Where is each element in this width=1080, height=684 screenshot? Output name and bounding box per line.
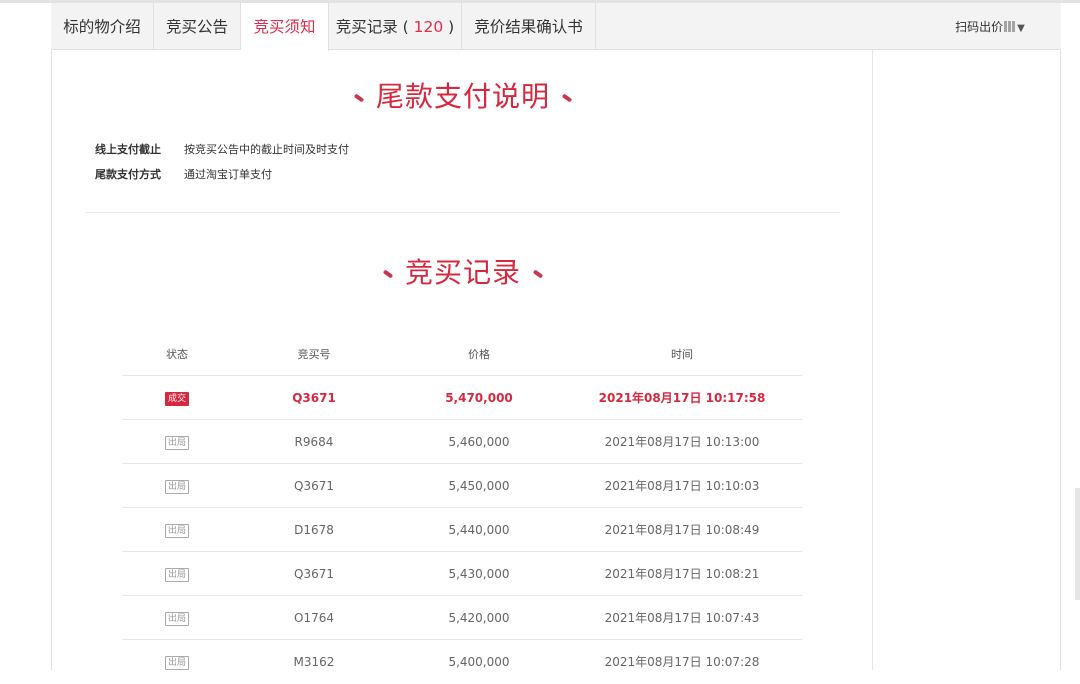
price-cell: 5,450,000 bbox=[448, 479, 510, 493]
table-row: 出局 Q3671 5,430,000 2021年08月17日 10:08:21 bbox=[122, 552, 802, 596]
bid-number-cell: M3162 bbox=[293, 655, 335, 669]
time-cell: 2021年08月17日 10:10:03 bbox=[604, 479, 760, 493]
status-cell: 出局 bbox=[122, 640, 232, 684]
scan-to-bid-button[interactable]: 扫码出价 ▼ bbox=[925, 3, 1055, 50]
header-price: 价格 bbox=[468, 348, 490, 361]
time-cell: 2021年08月17日 10:08:49 bbox=[604, 523, 760, 537]
status-badge: 出局 bbox=[164, 435, 189, 450]
payment-method-label: 尾款支付方式 bbox=[95, 168, 161, 181]
title-right-dash-icon bbox=[532, 269, 544, 279]
bid-number-cell: Q3671 bbox=[292, 391, 336, 405]
payment-method-value: 通过淘宝订单支付 bbox=[184, 168, 272, 181]
time-cell: 2021年08月17日 10:08:21 bbox=[604, 567, 760, 581]
payment-section-title: 尾款支付说明 bbox=[86, 75, 840, 115]
qr-code-icon bbox=[1004, 21, 1016, 32]
payment-deadline-label: 线上支付截止 bbox=[95, 143, 161, 156]
payment-deadline-value: 按竞买公告中的截止时间及时支付 bbox=[184, 143, 349, 156]
payment-deadline-row: 线上支付截止 按竞买公告中的截止时间及时支付 bbox=[95, 141, 349, 157]
tab-bidding-notice[interactable]: 竞买须知 bbox=[241, 3, 329, 51]
records-title-text: 竞买记录 bbox=[404, 256, 521, 289]
tab-result-confirmation[interactable]: 竞价结果确认书 bbox=[462, 3, 596, 50]
header-time: 时间 bbox=[671, 348, 693, 361]
bid-number-cell: O1764 bbox=[294, 611, 334, 625]
table-row: 出局 D1678 5,440,000 2021年08月17日 10:08:49 bbox=[122, 508, 802, 552]
sidebar-divider bbox=[872, 50, 873, 670]
price-cell: 5,440,000 bbox=[448, 523, 510, 537]
price-cell: 5,400,000 bbox=[448, 655, 510, 669]
status-badge: 出局 bbox=[164, 479, 189, 494]
table-row: 出局 Q3671 5,450,000 2021年08月17日 10:10:03 bbox=[122, 464, 802, 508]
bid-number-cell: D1678 bbox=[294, 523, 334, 537]
tab-bid-records-suffix: ) bbox=[443, 18, 455, 36]
header-bid-number: 竞买号 bbox=[297, 348, 331, 361]
time-cell: 2021年08月17日 10:13:00 bbox=[604, 435, 760, 449]
payment-title-text: 尾款支付说明 bbox=[375, 80, 550, 113]
price-cell: 5,430,000 bbox=[448, 567, 510, 581]
title-left-dash-icon bbox=[353, 93, 365, 103]
status-cell: 出局 bbox=[122, 552, 232, 596]
tab-item-intro[interactable]: 标的物介绍 bbox=[51, 3, 154, 50]
time-cell: 2021年08月17日 10:17:58 bbox=[598, 391, 766, 405]
tab-bid-records-label: 竞买记录 ( bbox=[335, 18, 414, 36]
tab-announcement[interactable]: 竞买公告 bbox=[154, 3, 241, 50]
content-left-border bbox=[51, 3, 52, 670]
bid-number-cell: Q3671 bbox=[294, 567, 334, 581]
detail-tab-bar: 标的物介绍 竞买公告 竞买须知 竞买记录 ( 120 ) 竞价结果确认书 扫码出… bbox=[51, 3, 1061, 51]
tab-bid-records[interactable]: 竞买记录 ( 120 ) bbox=[329, 3, 462, 50]
status-badge: 出局 bbox=[164, 523, 189, 538]
status-cell: 出局 bbox=[122, 596, 232, 640]
status-cell: 出局 bbox=[122, 508, 232, 552]
payment-method-row: 尾款支付方式 通过淘宝订单支付 bbox=[95, 166, 272, 182]
time-cell: 2021年08月17日 10:07:28 bbox=[604, 655, 760, 669]
price-cell: 5,460,000 bbox=[448, 435, 510, 449]
section-divider bbox=[86, 212, 840, 213]
bid-record-count: 120 bbox=[413, 18, 444, 36]
status-cell: 出局 bbox=[122, 420, 232, 464]
status-badge: 出局 bbox=[164, 655, 189, 670]
time-cell: 2021年08月17日 10:07:43 bbox=[604, 611, 760, 625]
scrollbar-thumb[interactable] bbox=[1075, 488, 1080, 600]
status-badge: 成交 bbox=[164, 391, 189, 406]
table-row: 出局 M3162 5,400,000 2021年08月17日 10:07:28 bbox=[122, 640, 802, 684]
status-cell: 出局 bbox=[122, 464, 232, 508]
status-badge: 出局 bbox=[164, 611, 189, 626]
bid-number-cell: R9684 bbox=[294, 435, 334, 449]
title-right-dash-icon bbox=[561, 93, 573, 103]
title-left-dash-icon bbox=[382, 269, 394, 279]
status-badge: 出局 bbox=[164, 567, 189, 582]
bid-number-cell: Q3671 bbox=[294, 479, 334, 493]
price-cell: 5,420,000 bbox=[448, 611, 510, 625]
records-table-header: 状态 竞买号 价格 时间 bbox=[122, 330, 802, 376]
caret-down-icon: ▼ bbox=[1017, 23, 1025, 34]
content-right-border bbox=[1060, 3, 1061, 670]
price-cell: 5,470,000 bbox=[445, 391, 513, 405]
scan-to-bid-label: 扫码出价 bbox=[955, 20, 1004, 34]
header-status: 状态 bbox=[166, 348, 188, 361]
status-cell: 成交 bbox=[122, 376, 232, 420]
table-row: 出局 R9684 5,460,000 2021年08月17日 10:13:00 bbox=[122, 420, 802, 464]
table-row: 出局 O1764 5,420,000 2021年08月17日 10:07:43 bbox=[122, 596, 802, 640]
table-row: 成交 Q3671 5,470,000 2021年08月17日 10:17:58 bbox=[122, 376, 802, 420]
records-section-title: 竞买记录 bbox=[86, 251, 840, 291]
